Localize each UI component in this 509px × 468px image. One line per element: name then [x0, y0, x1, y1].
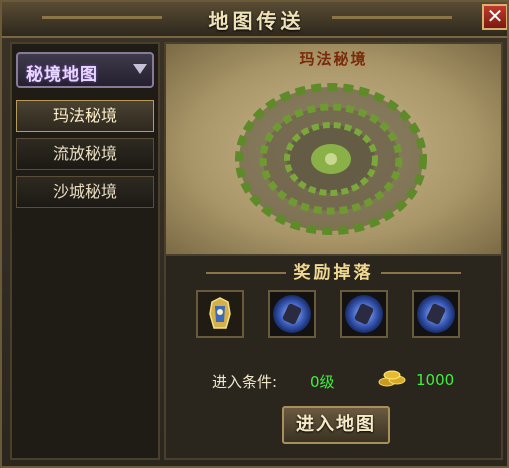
window-title: 地图传送 — [208, 9, 305, 33]
map-item-label: 沙城秘境 — [52, 182, 117, 201]
blue-orb-item-icon — [417, 295, 455, 333]
map-terrain-image — [235, 83, 427, 235]
map-item-label: 玛法秘境 — [52, 106, 117, 125]
map-category-panel: 秘境地图 玛法秘境 流放秘境 沙城秘境 — [10, 42, 160, 460]
armor-item-icon — [198, 292, 242, 336]
blue-orb-item-icon — [345, 295, 383, 333]
map-detail-panel: 玛法秘境 奖励掉落 进入条件: 0级 1000 进入地图 — [164, 42, 503, 460]
reward-slot-orb-1[interactable] — [268, 290, 316, 338]
map-preview-title: 玛法秘境 — [299, 50, 368, 68]
enter-map-label: 进入地图 — [296, 414, 376, 435]
blue-orb-item-icon — [273, 295, 311, 333]
map-item-label: 流放秘境 — [52, 144, 117, 163]
map-teleport-window: 地图传送 ✕ 秘境地图 玛法秘境 流放秘境 沙城秘境 玛法秘境 奖励掉落 进入条… — [0, 0, 509, 468]
reward-slot-orb-3[interactable] — [412, 290, 460, 338]
dropdown-label: 秘境地图 — [26, 65, 98, 85]
reward-heading: 奖励掉落 — [293, 263, 374, 283]
reward-slot-orb-2[interactable] — [340, 290, 388, 338]
map-item-exile[interactable]: 流放秘境 — [16, 138, 154, 170]
reward-heading-row: 奖励掉落 — [166, 258, 501, 286]
close-icon: ✕ — [486, 4, 504, 28]
title-bar: 地图传送 ✕ — [2, 2, 507, 38]
reward-slot-armor[interactable] — [196, 290, 244, 338]
entry-condition-label: 进入条件: — [212, 373, 278, 391]
map-item-sandcity[interactable]: 沙城秘境 — [16, 176, 154, 208]
close-button[interactable]: ✕ — [482, 4, 507, 30]
map-category-dropdown[interactable]: 秘境地图 — [16, 52, 154, 88]
gold-cost-value: 1000 — [416, 371, 455, 389]
chevron-down-icon — [133, 64, 147, 74]
entry-condition-level: 0级 — [310, 373, 335, 391]
enter-map-button[interactable]: 进入地图 — [282, 406, 390, 444]
gold-coins-icon — [378, 370, 406, 387]
map-preview: 玛法秘境 — [166, 44, 501, 256]
map-item-mafa[interactable]: 玛法秘境 — [16, 100, 154, 132]
